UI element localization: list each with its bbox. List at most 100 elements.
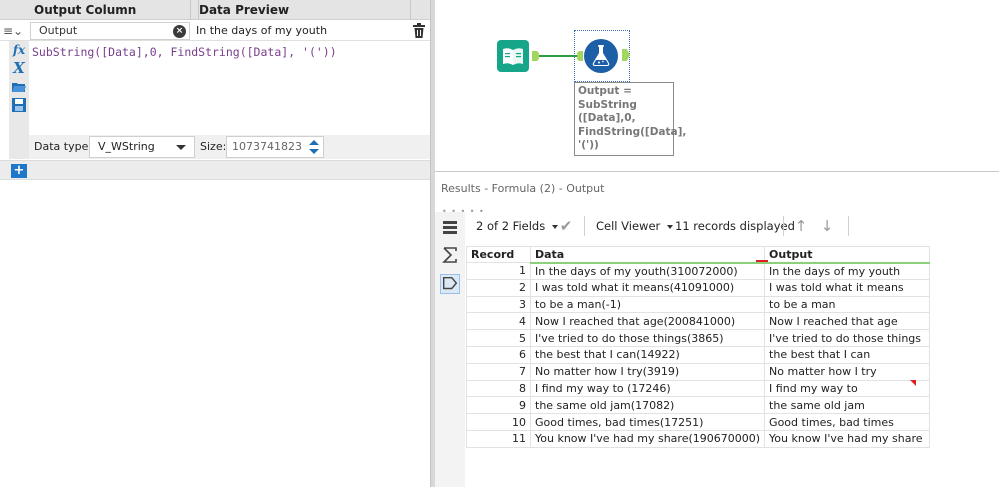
output-cell[interactable]: You know I've had my share (764, 429, 931, 448)
sigma-icon[interactable] (440, 245, 460, 265)
fields-dropdown[interactable]: 2 of 2 Fields (476, 219, 559, 233)
input-anchor[interactable] (577, 51, 583, 61)
expression-text: SubString([Data],0, FindString([Data], '… (32, 45, 337, 59)
fields-label: 2 of 2 Fields (476, 219, 546, 233)
output-cell[interactable]: Good times, bad times (764, 413, 931, 431)
table-row[interactable]: 9 the same old jam(17082) the same old jam (466, 396, 931, 415)
record-cell[interactable]: 6 (466, 345, 531, 364)
table-row[interactable]: 4 Now I reached that age(200841000) Now I … (466, 312, 931, 331)
output-cell[interactable]: Now I reached that age (764, 312, 931, 331)
data-cell[interactable]: In the days of my youth(310072000) (529, 262, 766, 280)
error-underline (756, 260, 768, 262)
add-field-bar: + (0, 160, 430, 180)
chevron-down-icon (667, 224, 674, 229)
output-column-header: Output Column (34, 3, 137, 17)
table-row[interactable]: 6 the best that I can(14922) the best that… (466, 345, 931, 364)
table-row[interactable]: 7 No matter how I try(3919) No matter how … (466, 362, 931, 381)
table-row[interactable]: 8I find my way to (17246) I find my way t… (466, 379, 931, 398)
save-icon[interactable] (11, 97, 27, 113)
data-type-select[interactable]: V_WString (89, 136, 195, 158)
table-row[interactable]: 2I was told what it means(41091000) I was… (466, 278, 931, 297)
output-cell[interactable]: I was told what it means (764, 278, 931, 297)
cell-viewer-dropdown[interactable]: Cell Viewer (596, 219, 674, 233)
record-cell[interactable]: 2 (466, 278, 531, 297)
record-cell[interactable]: 5 (466, 329, 531, 347)
column-header-record[interactable]: Record (466, 246, 531, 263)
function-icon[interactable]: fx (11, 42, 27, 58)
size-stepper[interactable]: 1073741823 (226, 136, 324, 158)
tool-annotation: Output = SubString ([Data],0, FindString… (574, 82, 686, 156)
output-column-value: Output (39, 24, 78, 37)
input-tool[interactable] (497, 40, 529, 72)
formula-tool[interactable] (584, 39, 618, 73)
record-cell[interactable]: 3 (466, 295, 531, 314)
table-header-row: Record Data Output (466, 246, 931, 264)
results-table: Record Data Output 1 In the days of my yo… (466, 246, 931, 448)
data-cell[interactable]: Now I reached that age(200841000) (529, 312, 766, 331)
table-row[interactable]: 10 Good times, bad times(17251) Good times… (466, 413, 931, 431)
variable-icon[interactable]: X (11, 60, 27, 76)
records-count: 11 records displayed (675, 219, 795, 233)
table-row[interactable]: 11 You know I've had my share(190670000) Y… (466, 429, 931, 448)
data-cell[interactable]: the best that I can(14922) (529, 345, 766, 364)
arrow-down-icon[interactable]: ↓ (818, 217, 836, 235)
record-cell[interactable]: 8 (466, 379, 531, 398)
trash-icon[interactable] (412, 23, 426, 39)
record-cell[interactable]: 9 (466, 396, 531, 415)
book-icon (503, 48, 523, 65)
record-cell[interactable]: 11 (466, 429, 531, 448)
table-row[interactable]: 5 I've tried to do those things(3865) I've… (466, 329, 931, 347)
data-cell[interactable]: the same old jam(17082) (529, 396, 766, 415)
arrow-up-icon[interactable]: ↑ (792, 217, 810, 235)
results-side-strip (435, 212, 465, 487)
record-cell[interactable]: 1 (466, 262, 531, 280)
record-cell[interactable]: 10 (466, 413, 531, 431)
formula-config-panel: Output Column Data Preview ≡⌄ Output × I… (0, 0, 430, 487)
data-type-bar: Data type: V_WString Size: 1073741823 (29, 135, 430, 159)
table-row[interactable]: 1 In the days of my youth(310072000) In th… (466, 262, 931, 280)
list-icon[interactable] (440, 218, 460, 238)
output-cell[interactable]: I find my way to (764, 379, 931, 398)
results-toolbar: 2 of 2 Fields ✔ Cell Viewer 11 records d… (465, 212, 999, 240)
output-cell[interactable]: the best that I can (764, 345, 931, 364)
output-anchor[interactable] (532, 51, 539, 61)
data-cell[interactable]: I find my way to (17246) (529, 379, 766, 398)
output-cell[interactable]: In the days of my youth (764, 262, 931, 280)
open-folder-icon[interactable] (11, 79, 27, 95)
connection-line[interactable] (539, 55, 577, 57)
data-preview-header-label: Data Preview (199, 3, 290, 17)
output-cell[interactable]: No matter how I try (764, 362, 931, 381)
data-cell[interactable]: I was told what it means(41091000) (529, 278, 766, 297)
collapse-icon[interactable]: ≡⌄ (3, 23, 25, 39)
output-column-field[interactable]: Output × (30, 22, 190, 40)
data-cell[interactable]: No matter how I try(3919) (529, 362, 766, 381)
clear-icon[interactable]: × (173, 25, 186, 38)
data-cell[interactable]: You know I've had my share(190670000) (529, 429, 766, 448)
expression-editor[interactable]: SubString([Data],0, FindString([Data], '… (29, 41, 430, 135)
add-button[interactable]: + (11, 164, 27, 178)
check-icon[interactable]: ✔ (557, 217, 575, 235)
data-preview-header: Data Preview (198, 0, 289, 20)
output-cell[interactable]: to be a man (764, 295, 931, 314)
table-row[interactable]: 3 to be a man(-1) to be a man (466, 295, 931, 314)
data-type-label: Data type: (34, 140, 93, 153)
data-cell[interactable]: Good times, bad times(17251) (529, 413, 766, 431)
output-cell[interactable]: I've tried to do those things (764, 329, 931, 347)
size-label: Size: (200, 140, 227, 153)
config-header: Output Column Data Preview (0, 0, 430, 20)
tag-icon (442, 276, 458, 290)
chevron-down-icon (176, 145, 186, 150)
output-cell[interactable]: the same old jam (764, 396, 931, 415)
column-header-data[interactable]: Data (529, 246, 766, 264)
cell-viewer-label: Cell Viewer (596, 219, 661, 233)
data-preview-value: In the days of my youth (196, 24, 328, 37)
data-cell[interactable]: to be a man(-1) (529, 295, 766, 314)
spinner-icon[interactable] (307, 139, 321, 155)
column-header-output[interactable]: Output (764, 246, 931, 264)
workflow-canvas[interactable]: Output = SubString ([Data],0, FindString… (435, 0, 999, 172)
data-cell[interactable]: I've tried to do those things(3865) (529, 329, 766, 347)
formula-row: ≡⌄ Output × In the days of my youth (0, 21, 430, 41)
record-cell[interactable]: 7 (466, 362, 531, 381)
tag-view-button[interactable] (440, 274, 460, 294)
record-cell[interactable]: 4 (466, 312, 531, 331)
